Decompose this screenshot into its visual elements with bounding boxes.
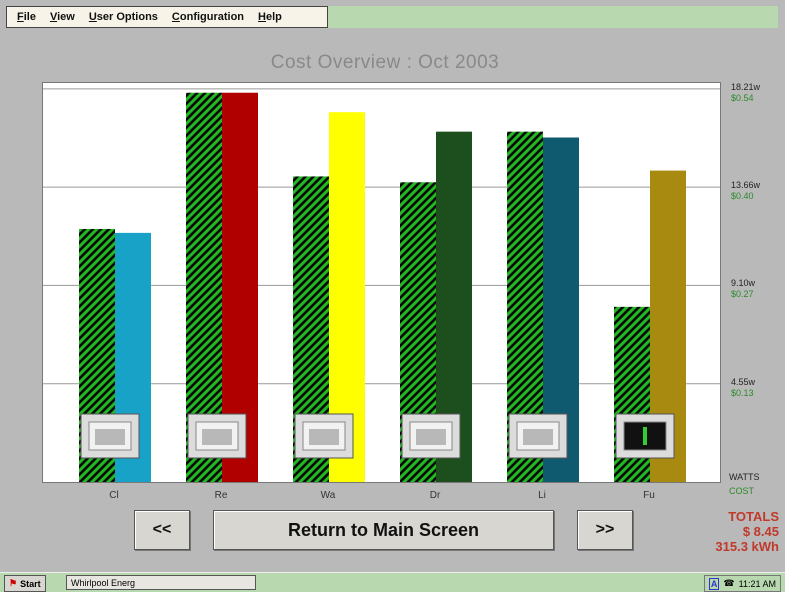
taskbar-app-button[interactable]: Whirlpool Energ	[66, 575, 256, 590]
network-icon[interactable]: ☎	[723, 578, 734, 589]
y-tick-label: 9.10w $0.27	[731, 278, 755, 300]
dryer-icon[interactable]	[401, 413, 461, 459]
totals-kwh: 315.3 kWh	[715, 539, 779, 554]
y-unit-watts: WATTS	[729, 472, 760, 482]
x-tick-label: Cl	[109, 490, 119, 501]
clock[interactable]: 11:21 AM	[739, 579, 776, 589]
menu-user-options[interactable]: User Options	[89, 11, 158, 23]
chart-title: Cost Overview : Oct 2003	[270, 52, 500, 73]
start-button[interactable]: ⚑ Start	[4, 575, 46, 592]
totals-label: TOTALS	[728, 509, 779, 524]
start-label: Start	[20, 578, 41, 589]
x-tick-label: Dr	[429, 490, 441, 501]
menu-help[interactable]: Help	[258, 11, 282, 23]
y-tick-label: 13.66w $0.40	[731, 180, 760, 202]
system-tray: A ☎ 11:21 AM	[703, 575, 781, 592]
y-tick-watts: 4.55w	[731, 376, 756, 387]
menu-view[interactable]: View	[50, 11, 75, 23]
taskbar-app-label: Whirlpool Energ	[71, 577, 136, 588]
x-tick-label: Fu	[643, 490, 655, 501]
y-unit-cost: COST	[729, 486, 755, 496]
microwave-icon[interactable]	[187, 413, 247, 459]
plot-area	[42, 82, 721, 483]
x-tick-label: Wa	[320, 490, 336, 501]
menu-bar: File View User Options Configuration Hel…	[6, 6, 328, 28]
y-tick-label: 4.55w $0.13	[731, 377, 755, 399]
y-tick-cost: $0.27	[731, 289, 754, 300]
menu-file[interactable]: File	[17, 11, 36, 23]
x-tick-label: Re	[214, 490, 228, 501]
keyboard-icon[interactable]: A	[708, 577, 720, 590]
title-bar-fill	[328, 6, 778, 28]
return-main-button[interactable]: Return to Main Screen	[213, 510, 554, 550]
lights-icon[interactable]	[508, 413, 568, 459]
y-tick-cost: $0.54	[731, 92, 754, 103]
y-tick-watts: 9.10w	[731, 278, 756, 289]
y-tick-label: 18.21w $0.54	[731, 82, 760, 104]
next-button[interactable]: >>	[577, 510, 633, 550]
prev-button[interactable]: <<	[134, 510, 190, 550]
totals-cost: $ 8.45	[742, 524, 779, 539]
bar-chart	[43, 88, 720, 483]
oven-icon[interactable]	[80, 413, 140, 459]
y-tick-cost: $0.40	[731, 191, 754, 202]
taskbar: ⚑ Start Whirlpool Energ A ☎ 11:21 AM	[0, 572, 785, 592]
windows-logo-icon: ⚑	[9, 578, 18, 588]
y-tick-watts: 18.21w	[731, 81, 761, 92]
x-tick-label: Li	[538, 490, 546, 501]
menu-configuration[interactable]: Configuration	[172, 11, 244, 23]
washer-icon[interactable]	[294, 413, 354, 459]
totals-panel: TOTALS $ 8.45 315.3 kWh	[715, 509, 779, 554]
y-tick-cost: $0.13	[731, 387, 754, 398]
y-tick-watts: 13.66w	[731, 180, 761, 191]
furnace-icon[interactable]	[615, 413, 675, 459]
